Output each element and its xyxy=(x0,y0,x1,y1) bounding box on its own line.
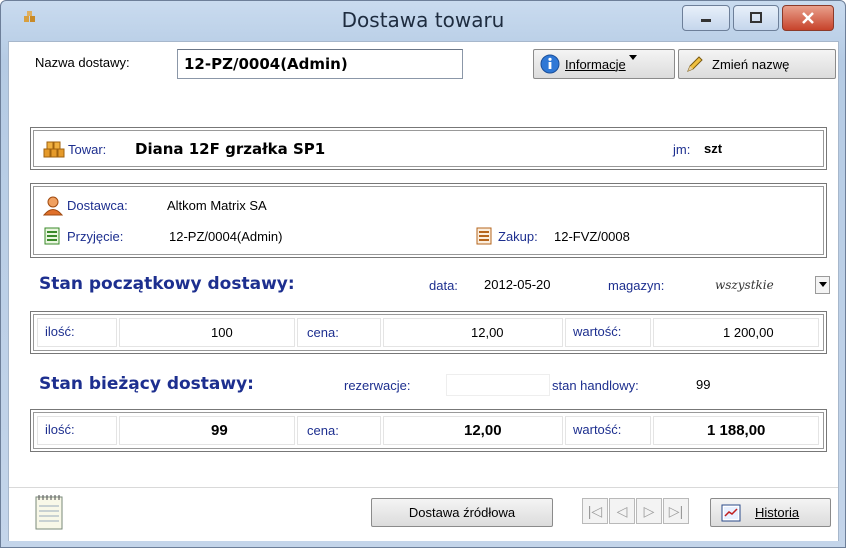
initial-value-label: wartość: xyxy=(573,324,622,339)
history-button[interactable]: Historia xyxy=(710,498,831,527)
close-button[interactable] xyxy=(782,5,834,31)
reservation-value xyxy=(446,374,550,396)
trade-state-label: stan handlowy: xyxy=(552,378,639,393)
supplier-panel: Dostawca: Altkom Matrix SA Przyjęcie: 12… xyxy=(30,183,827,258)
previous-record-button[interactable]: ◁ xyxy=(609,498,635,524)
pencil-icon xyxy=(687,56,703,72)
product-panel: Towar: Diana 12F grzałka SP1 jm: szt xyxy=(30,127,827,170)
person-icon xyxy=(43,196,63,216)
client-area: Nazwa dostawy: 12-PZ/0004(Admin) Informa… xyxy=(8,41,839,541)
chevron-down-icon xyxy=(818,282,827,287)
info-icon xyxy=(540,54,560,74)
maximize-button[interactable] xyxy=(733,5,779,31)
supplier-label: Dostawca: xyxy=(67,198,128,213)
purchase-label: Zakup: xyxy=(498,229,538,244)
initial-values-panel: ilość: 100 cena: 12,00 wartość: 1 200,00 xyxy=(30,311,827,354)
history-label: Historia xyxy=(755,505,800,520)
next-icon: ▷ xyxy=(643,502,655,519)
warehouse-select[interactable]: wszystkie xyxy=(715,278,774,292)
last-record-button[interactable]: ▷| xyxy=(663,498,689,524)
unit-label: jm: xyxy=(673,142,691,157)
previous-icon: ◁ xyxy=(616,502,628,519)
unit-value: szt xyxy=(704,141,723,156)
product-label: Towar: xyxy=(68,142,107,157)
info-button[interactable]: Informacje xyxy=(533,49,675,79)
notepad-icon[interactable] xyxy=(35,494,63,530)
current-values-panel: ilość: 99 cena: 12,00 wartość: 1 188,00 xyxy=(30,409,827,452)
trade-state-value: 99 xyxy=(696,377,711,392)
initial-value-value: 1 200,00 xyxy=(723,325,774,340)
history-chart-icon xyxy=(721,504,741,521)
initial-price-value: 12,00 xyxy=(471,325,504,340)
source-delivery-label: Dostawa źródłowa xyxy=(408,505,516,520)
rename-button[interactable]: Zmień nazwę xyxy=(678,49,836,79)
rename-button-label: Zmień nazwę xyxy=(712,56,790,72)
minimize-button[interactable] xyxy=(682,5,730,31)
source-delivery-button[interactable]: Dostawa źródłowa xyxy=(371,498,553,527)
product-value: Diana 12F grzałka SP1 xyxy=(135,140,326,158)
initial-qty-value: 100 xyxy=(211,325,233,340)
dropdown-arrow-icon xyxy=(628,55,637,60)
warehouse-label: magazyn: xyxy=(608,278,665,293)
purchase-value: 12-FVZ/0008 xyxy=(554,229,630,244)
date-label: data: xyxy=(429,278,458,293)
initial-qty-label: ilość: xyxy=(45,324,75,339)
current-price-value: 12,00 xyxy=(464,422,502,439)
warehouse-dropdown-button[interactable] xyxy=(815,276,830,294)
delivery-name-label: Nazwa dostawy: xyxy=(35,55,130,70)
current-value-value: 1 188,00 xyxy=(707,422,766,439)
receipt-value: 12-PZ/0004(Admin) xyxy=(169,229,283,244)
initial-price-label: cena: xyxy=(307,325,339,340)
close-icon xyxy=(802,12,814,24)
supplier-value: Altkom Matrix SA xyxy=(167,198,267,213)
last-icon: ▷| xyxy=(668,502,684,519)
reservation-label: rezerwacje: xyxy=(344,378,411,393)
current-state-heading: Stan bieżący dostawy: xyxy=(39,374,254,394)
next-record-button[interactable]: ▷ xyxy=(636,498,662,524)
product-icon xyxy=(43,141,65,158)
current-qty-label: ilość: xyxy=(45,422,75,437)
first-record-button[interactable]: |◁ xyxy=(582,498,608,524)
delivery-name-field[interactable]: 12-PZ/0004(Admin) xyxy=(177,49,463,79)
info-button-label: Informacje xyxy=(565,56,626,72)
maximize-icon xyxy=(750,12,762,23)
document-orange-icon xyxy=(476,227,492,245)
minimize-icon xyxy=(701,19,711,22)
current-value-label: wartość: xyxy=(573,422,622,437)
first-icon: |◁ xyxy=(587,502,603,519)
header-toolbar: Nazwa dostawy: 12-PZ/0004(Admin) Informa… xyxy=(9,42,838,98)
initial-state-heading: Stan początkowy dostawy: xyxy=(39,274,295,294)
title-bar[interactable]: Dostawa towaru xyxy=(1,1,845,41)
app-window: Dostawa towaru Nazwa dostawy: 12-PZ/0004… xyxy=(0,0,846,548)
date-value[interactable]: 2012-05-20 xyxy=(484,277,551,292)
current-qty-value: 99 xyxy=(211,422,228,439)
receipt-label: Przyjęcie: xyxy=(67,229,124,244)
current-price-label: cena: xyxy=(307,423,339,438)
document-green-icon xyxy=(44,227,60,245)
